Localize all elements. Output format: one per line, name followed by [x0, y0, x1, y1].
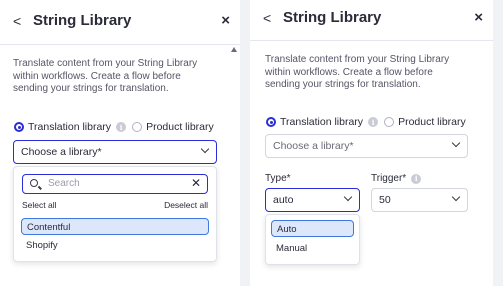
library-select[interactable]: Choose a library*	[13, 140, 217, 164]
radio-translation-library[interactable]	[14, 122, 24, 132]
panel-divider	[240, 0, 250, 286]
chevron-down-icon	[343, 192, 353, 202]
header-divider	[0, 44, 240, 45]
description-text: Translate content from your String Libra…	[13, 58, 198, 94]
close-icon[interactable]: ×	[474, 9, 483, 26]
radio-translation-label: Translation library	[280, 116, 364, 128]
radio-translation-library[interactable]	[266, 117, 276, 127]
search-icon	[30, 179, 38, 187]
option-manual[interactable]: Manual	[271, 240, 354, 257]
type-select-value: auto	[273, 194, 294, 206]
string-library-panel-left: < String Library × Translate content fro…	[0, 0, 240, 286]
type-label: Type*	[265, 173, 291, 184]
library-select-value: Choose a library*	[273, 140, 354, 152]
library-type-radio-group: Translation library i Product library	[266, 116, 466, 128]
trigger-label-row: Trigger* i	[371, 173, 427, 184]
panel-title: String Library	[33, 12, 132, 29]
trigger-label: Trigger*	[371, 173, 407, 184]
select-all-link[interactable]: Select all	[22, 200, 57, 210]
type-dropdown: Auto Manual	[265, 214, 360, 265]
type-select[interactable]: auto	[265, 188, 360, 212]
back-icon[interactable]: <	[13, 13, 21, 29]
panel-header: < String Library ×	[250, 0, 493, 40]
chevron-down-icon	[200, 144, 210, 154]
option-auto[interactable]: Auto	[271, 220, 354, 237]
close-icon[interactable]: ×	[221, 12, 230, 29]
trigger-select[interactable]: 50	[371, 188, 468, 212]
chevron-down-icon	[451, 192, 461, 202]
option-contentful[interactable]: Contentful	[21, 218, 209, 235]
info-icon[interactable]: i	[368, 117, 379, 127]
trigger-select-value: 50	[379, 194, 391, 206]
scroll-up-arrow-icon[interactable]	[231, 47, 237, 52]
radio-product-library[interactable]	[132, 122, 143, 132]
library-dropdown: Search ✕ Select all Deselect all Content…	[13, 166, 217, 262]
info-icon[interactable]: i	[411, 173, 422, 184]
radio-product-label: Product library	[146, 121, 214, 133]
panel-title: String Library	[283, 9, 382, 26]
info-icon[interactable]: i	[116, 122, 127, 132]
search-placeholder: Search	[48, 178, 80, 189]
radio-translation-label: Translation library	[28, 121, 112, 133]
header-divider	[250, 40, 493, 41]
clear-search-icon[interactable]: ✕	[191, 176, 201, 190]
library-select[interactable]: Choose a library*	[265, 134, 468, 158]
library-type-radio-group: Translation library i Product library	[14, 121, 214, 133]
back-icon[interactable]: <	[263, 10, 271, 26]
description-text: Translate content from your String Libra…	[265, 54, 450, 90]
string-library-panel-right: < String Library × Translate content fro…	[250, 0, 493, 286]
search-input[interactable]: Search ✕	[22, 174, 208, 194]
chevron-down-icon	[451, 138, 461, 148]
option-shopify[interactable]: Shopify	[21, 237, 209, 254]
scrollbar-gutter	[493, 0, 503, 286]
library-select-value: Choose a library*	[21, 146, 102, 158]
radio-product-label: Product library	[398, 116, 466, 128]
panel-header: < String Library ×	[0, 0, 240, 44]
deselect-all-link[interactable]: Deselect all	[164, 200, 208, 210]
radio-product-library[interactable]	[384, 117, 395, 127]
